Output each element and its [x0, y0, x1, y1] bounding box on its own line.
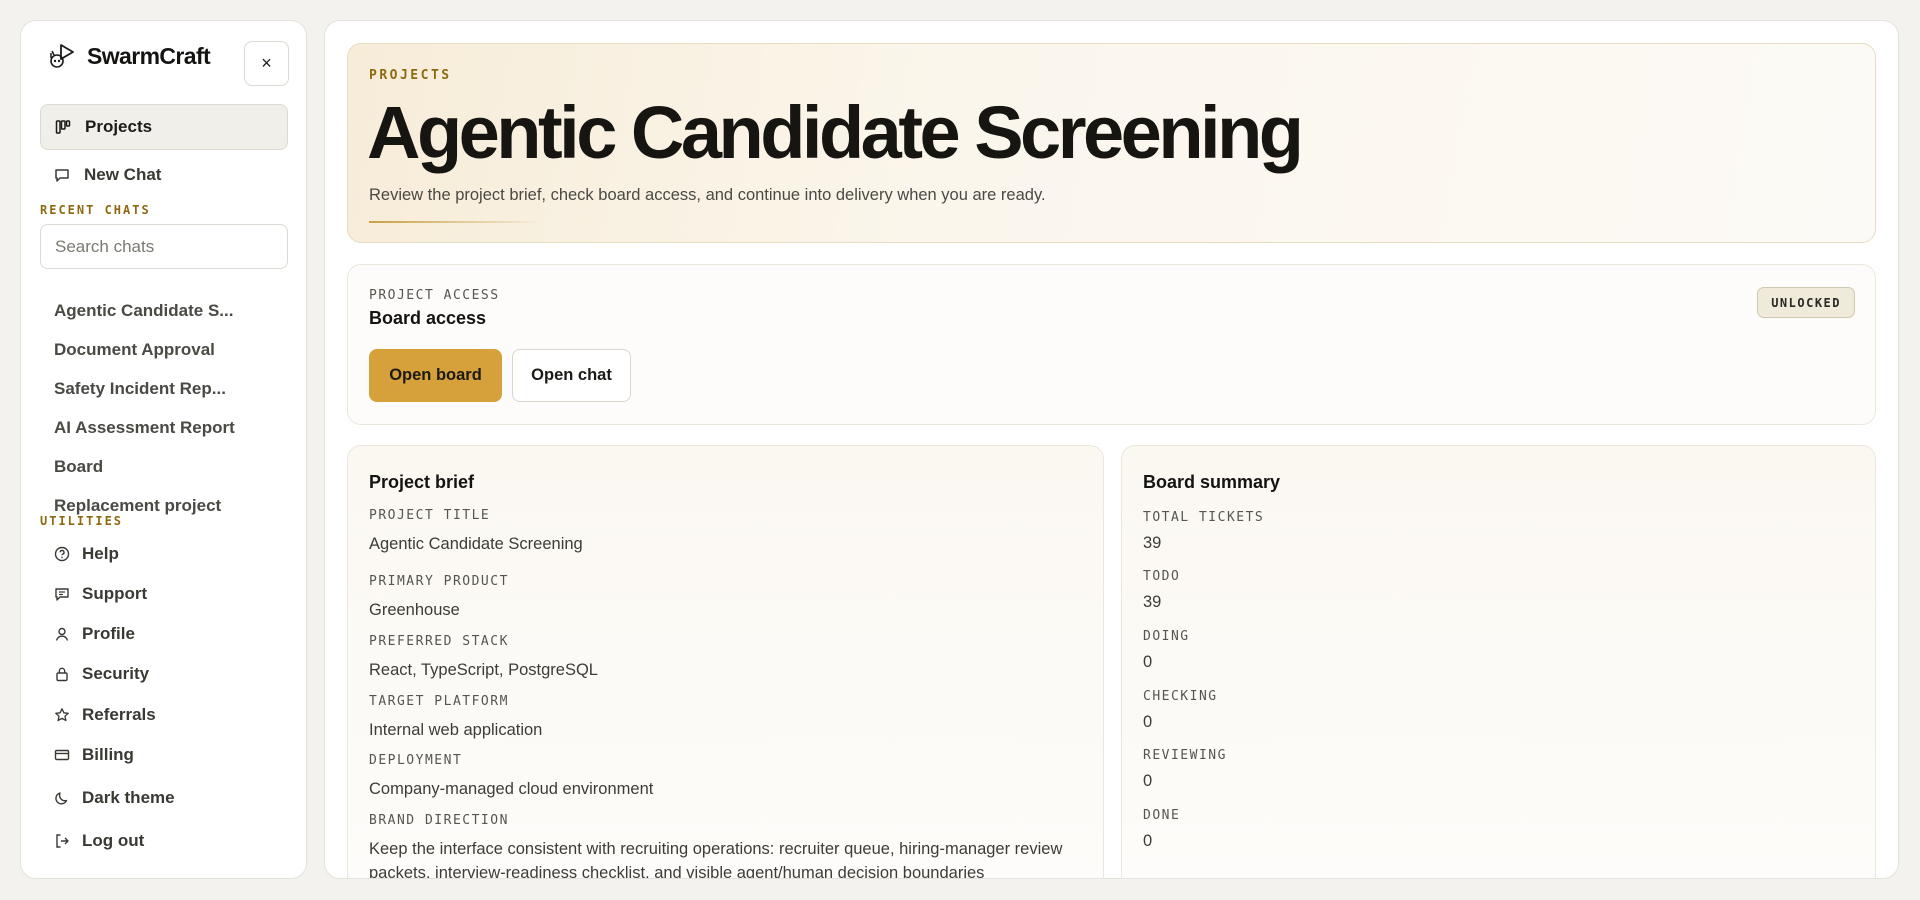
field-label: PREFERRED STACK [369, 634, 509, 649]
util-profile[interactable]: Profile [40, 616, 288, 652]
stat-value: 39 [1143, 593, 1162, 611]
kanban-icon [55, 119, 71, 135]
stat-value: 39 [1143, 534, 1162, 552]
stat-value: 0 [1143, 832, 1153, 850]
util-billing[interactable]: Billing [40, 737, 288, 773]
main-content: PROJECTS Agentic Candidate Screening Rev… [324, 20, 1899, 879]
project-brief-panel: Project brief PROJECT TITLE Agentic Cand… [347, 445, 1104, 879]
stat-label: TOTAL TICKETS [1143, 510, 1265, 525]
hero-subtitle: Review the project brief, check board ac… [369, 186, 1046, 204]
sidebar: SwarmCraft × Projects New Chat RECENT CH… [20, 20, 307, 879]
board-access-title: Board access [369, 308, 487, 328]
hero-eyebrow: PROJECTS [369, 68, 452, 83]
dark-theme-toggle[interactable]: Dark theme [40, 780, 288, 816]
stat-reviewing: REVIEWING 0 [1143, 746, 1227, 791]
star-icon [54, 707, 70, 723]
field-label: PROJECT TITLE [369, 508, 491, 523]
robot-logo-icon [50, 44, 74, 68]
field-project-title: PROJECT TITLE Agentic Candidate Screenin… [369, 508, 1069, 556]
help-circle-icon [54, 546, 70, 562]
util-referrals[interactable]: Referrals [40, 697, 288, 733]
nav-projects-label: Projects [85, 117, 153, 136]
board-summary-panel: Board summary TOTAL TICKETS 39 TODO 39 D… [1121, 445, 1876, 878]
chat-bubble-icon [54, 167, 70, 183]
util-support-label: Support [82, 584, 148, 603]
chat-item[interactable]: Safety Incident Rep... [40, 369, 288, 408]
open-chat-button[interactable]: Open chat [512, 349, 631, 402]
close-icon: × [261, 53, 272, 73]
credit-card-icon [54, 747, 70, 763]
util-help[interactable]: Help [40, 536, 288, 572]
field-value: Agentic Candidate Screening [369, 535, 583, 553]
stat-value: 0 [1143, 653, 1153, 671]
nav-new-chat-label: New Chat [84, 165, 162, 184]
hero-divider [369, 221, 544, 223]
search-chats-input[interactable] [40, 224, 288, 269]
status-badge: UNLOCKED [1757, 287, 1855, 318]
field-brand-direction: BRAND DIRECTION Keep the interface consi… [369, 813, 1069, 879]
chat-item[interactable]: Board [40, 447, 288, 486]
stat-done: DONE 0 [1143, 806, 1180, 851]
stat-label: REVIEWING [1143, 748, 1227, 763]
project-brief-title: Project brief [369, 472, 475, 492]
recent-chats-label: RECENT CHATS [40, 203, 151, 217]
lock-icon [54, 666, 70, 682]
nav-new-chat[interactable]: New Chat [40, 152, 288, 198]
stat-value: 0 [1143, 772, 1153, 790]
stat-doing: DOING 0 [1143, 627, 1190, 672]
util-security[interactable]: Security [40, 656, 288, 692]
field-target-platform: TARGET PLATFORM Internal web application [369, 694, 1069, 742]
chat-item[interactable]: Document Approval [40, 330, 288, 369]
field-label: TARGET PLATFORM [369, 694, 509, 709]
dark-theme-label: Dark theme [82, 788, 175, 807]
page-title: Agentic Candidate Screening [367, 91, 1304, 174]
stat-todo: TODO 39 [1143, 567, 1180, 612]
field-value: Company-managed cloud environment [369, 780, 654, 798]
util-billing-label: Billing [82, 745, 134, 764]
field-value: React, TypeScript, PostgreSQL [369, 661, 598, 679]
util-referrals-label: Referrals [82, 705, 156, 724]
util-help-label: Help [82, 544, 119, 563]
stat-checking: CHECKING 0 [1143, 687, 1218, 732]
app-name: SwarmCraft [87, 42, 211, 69]
log-out-label: Log out [82, 831, 145, 850]
field-value: Internal web application [369, 721, 543, 739]
field-value: Keep the interface consistent with recru… [369, 840, 1063, 879]
log-out-icon [54, 833, 70, 849]
util-security-label: Security [82, 664, 150, 683]
chat-item[interactable]: Agentic Candidate S... [40, 291, 288, 330]
chat-item[interactable]: Replacement project [40, 486, 288, 515]
project-hero: PROJECTS Agentic Candidate Screening Rev… [347, 43, 1876, 243]
field-label: DEPLOYMENT [369, 753, 463, 768]
nav-projects[interactable]: Projects [40, 104, 288, 150]
brand[interactable]: SwarmCraft [47, 41, 211, 71]
util-support[interactable]: Support [40, 576, 288, 612]
field-value: Greenhouse [369, 601, 460, 619]
stat-label: CHECKING [1143, 689, 1218, 704]
project-access-label: PROJECT ACCESS [369, 288, 500, 303]
chat-item[interactable]: AI Assessment Report [40, 408, 288, 447]
field-preferred-stack: PREFERRED STACK React, TypeScript, Postg… [369, 634, 1069, 682]
field-label: PRIMARY PRODUCT [369, 574, 509, 589]
field-primary-product: PRIMARY PRODUCT Greenhouse [369, 574, 1069, 622]
moon-icon [54, 790, 70, 806]
stat-value: 0 [1143, 713, 1153, 731]
field-label: BRAND DIRECTION [369, 813, 509, 828]
util-profile-label: Profile [82, 624, 135, 643]
project-access-card: PROJECT ACCESS Board access UNLOCKED Ope… [347, 264, 1876, 425]
message-icon [54, 586, 70, 602]
log-out-button[interactable]: Log out [40, 823, 288, 859]
stat-label: DOING [1143, 629, 1190, 644]
stat-total-tickets: TOTAL TICKETS 39 [1143, 508, 1264, 553]
open-board-button[interactable]: Open board [369, 349, 502, 402]
field-deployment: DEPLOYMENT Company-managed cloud environ… [369, 753, 1069, 801]
stat-label: DONE [1143, 808, 1181, 823]
close-sidebar-button[interactable]: × [244, 41, 289, 86]
stat-label: TODO [1143, 569, 1181, 584]
utilities-label: UTILITIES [40, 514, 124, 528]
recent-chats-list: Agentic Candidate S... Document Approval… [40, 291, 288, 515]
user-icon [54, 626, 70, 642]
board-summary-title: Board summary [1143, 472, 1281, 492]
